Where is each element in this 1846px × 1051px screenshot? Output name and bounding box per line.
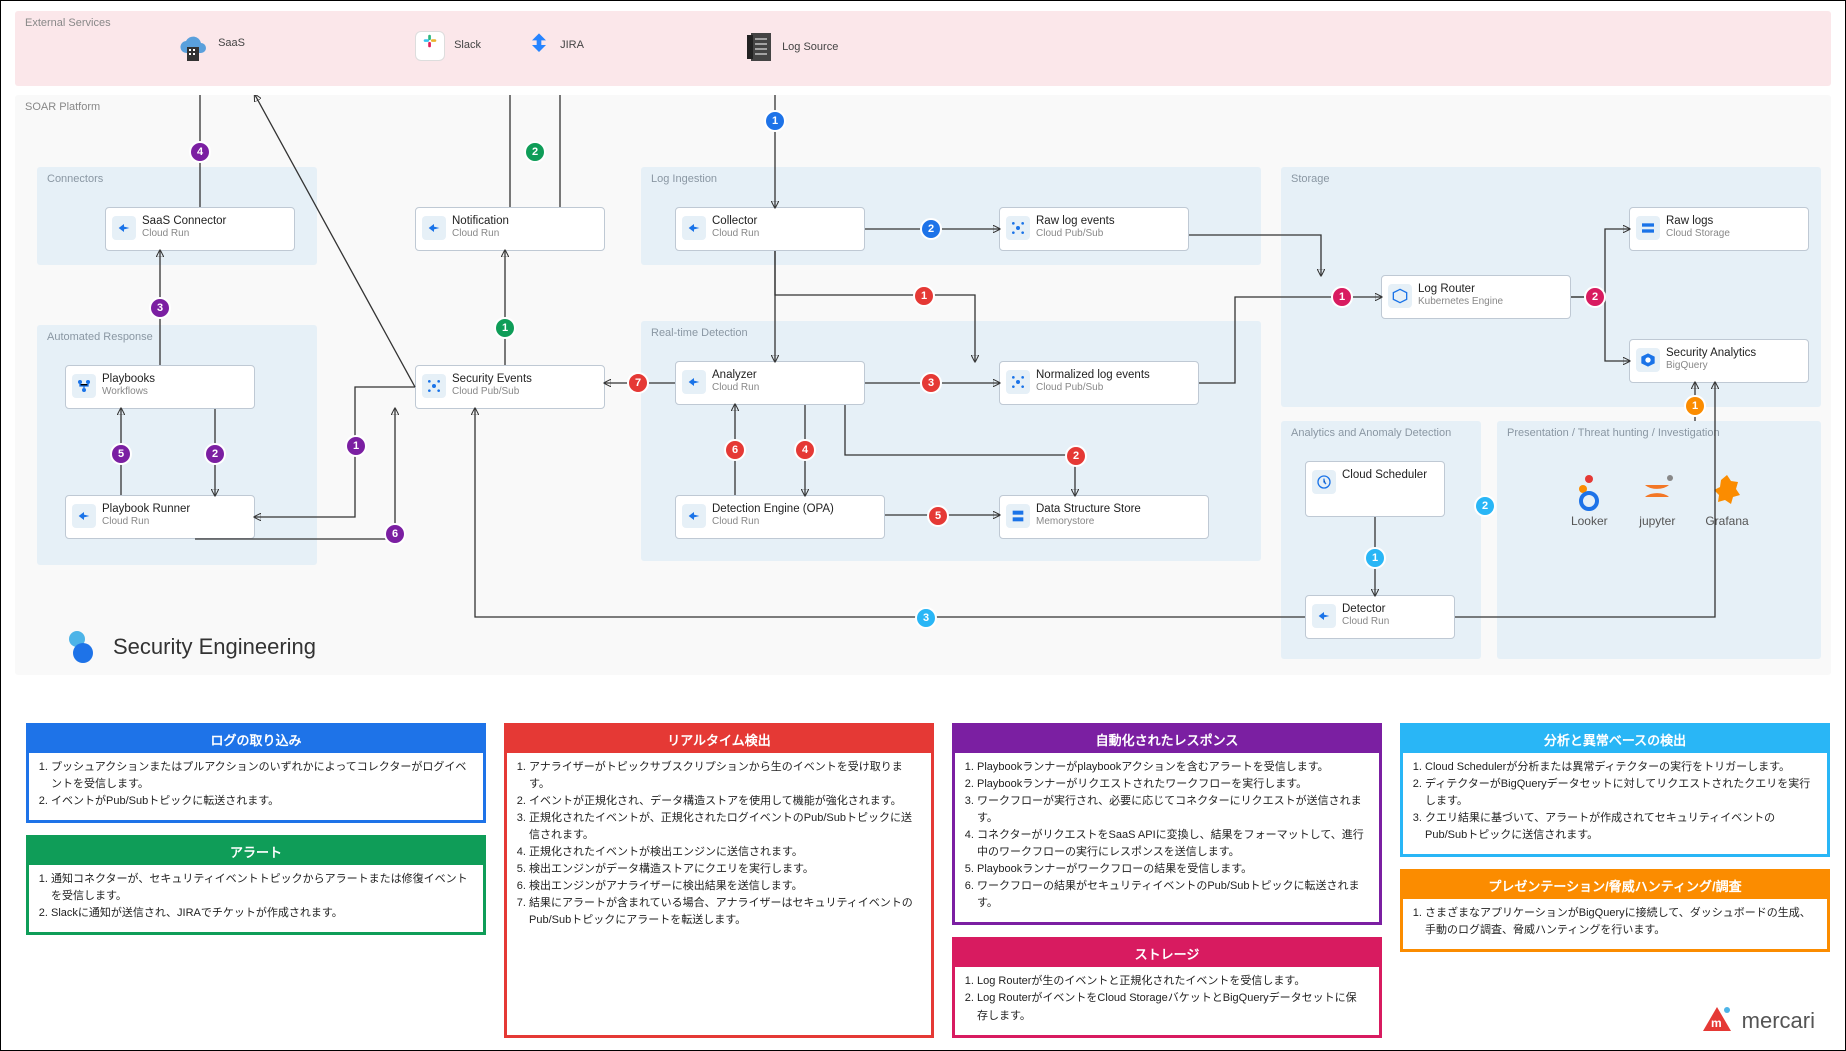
badge-anal-3: 3 (915, 607, 937, 629)
memorystore-icon (1006, 504, 1030, 528)
legend-storage: ストレージ Log Routerが生のイベントと正規化されたイベントを受信します… (952, 937, 1382, 1037)
zone-label-soar: SOAR Platform (25, 101, 100, 113)
badge-auto-6: 6 (384, 523, 406, 545)
legend-ingest: ログの取り込み プッシュアクションまたはプルアクションのいずれかによってコレクタ… (26, 723, 486, 823)
badge-store-2: 2 (1584, 286, 1606, 308)
ext-jira: JIRA (525, 31, 584, 62)
pubsub-icon (422, 374, 446, 398)
zone-soar-platform: SOAR Platform Connectors Automated Respo… (15, 95, 1831, 675)
badge-auto-1: 1 (345, 435, 367, 457)
node-raw-log-events: Raw log eventsCloud Pub/Sub (999, 207, 1189, 251)
ext-saas: SaaS (175, 29, 245, 66)
node-bigquery: Security AnalyticsBigQuery (1629, 339, 1809, 383)
node-raw-logs: Raw logsCloud Storage (1629, 207, 1809, 251)
scheduler-icon (1312, 470, 1336, 494)
subzone-label-automated: Automated Response (47, 331, 153, 343)
subzone-presentation: Presentation / Threat hunting / Investig… (1497, 421, 1821, 659)
legend-alert: アラート 通知コネクターが、セキュリティイベントトピックからアラートまたは修復イ… (26, 835, 486, 935)
cloud-run-icon (422, 216, 446, 240)
bigquery-icon (1636, 348, 1660, 372)
node-collector: CollectorCloud Run (675, 207, 865, 251)
legend-analytics: 分析と異常ベースの検出 Cloud Schedulerが分析または異常ディテクタ… (1400, 723, 1830, 857)
tool-jupyter: jupyter (1637, 471, 1677, 528)
badge-rt-7: 7 (627, 372, 649, 394)
tool-grafana: Grafana (1705, 471, 1748, 528)
ext-slack: Slack (415, 31, 481, 61)
badge-rt-1: 1 (913, 285, 935, 307)
cloud-run-icon (1312, 604, 1336, 628)
badge-rt-2: 2 (1065, 445, 1087, 467)
node-playbooks: PlaybooksWorkflows (65, 365, 255, 409)
badge-ingest-2: 2 (920, 218, 942, 240)
subzone-label-presentation: Presentation / Threat hunting / Investig… (1507, 427, 1720, 439)
node-scheduler: Cloud Scheduler (1305, 461, 1445, 517)
legend-present: プレゼンテーション/脅威ハンティング/調査 さまざまなアプリケーションがBigQ… (1400, 869, 1830, 952)
badge-auto-5: 5 (110, 443, 132, 465)
cloud-run-icon (682, 504, 706, 528)
legend-grid: ログの取り込み プッシュアクションまたはプルアクションのいずれかによってコレクタ… (26, 723, 1820, 1038)
subzone-label-storage: Storage (1291, 173, 1330, 185)
zone-label-external: External Services (25, 17, 111, 29)
badge-auto-2: 2 (204, 443, 226, 465)
cloud-run-icon (682, 370, 706, 394)
branding-mercari: m mercari (1700, 1004, 1815, 1038)
node-playbook-runner: Playbook RunnerCloud Run (65, 495, 255, 539)
pubsub-icon (1006, 370, 1030, 394)
badge-auto-4: 4 (189, 141, 211, 163)
storage-icon (1636, 216, 1660, 240)
ext-saas-label: SaaS (218, 37, 245, 49)
gke-icon (1388, 284, 1412, 308)
subzone-label-ingestion: Log Ingestion (651, 173, 717, 185)
badge-ingest-1: 1 (764, 110, 786, 132)
zone-external-services: External Services SaaS Slack JIRA Log So… (15, 11, 1831, 86)
node-detector: DetectorCloud Run (1305, 595, 1455, 639)
cloud-run-icon (682, 216, 706, 240)
tool-looker: Looker (1569, 471, 1609, 528)
ext-logsource: Log Source (745, 31, 838, 66)
node-saas-connector: SaaS ConnectorCloud Run (105, 207, 295, 251)
badge-anal-2: 2 (1474, 495, 1496, 517)
badge-rt-4: 4 (794, 439, 816, 461)
branding-security-engineering: Security Engineering (65, 629, 316, 665)
badge-auto-3: 3 (149, 297, 171, 319)
badge-alert-1: 1 (494, 317, 516, 339)
subzone-label-connectors: Connectors (47, 173, 103, 185)
ext-logsource-label: Log Source (782, 41, 838, 53)
ext-slack-label: Slack (454, 39, 481, 51)
pubsub-icon (1006, 216, 1030, 240)
badge-alert-2: 2 (524, 141, 546, 163)
node-dss: Data Structure StoreMemorystore (999, 495, 1209, 539)
legend-auto: 自動化されたレスポンス Playbookランナーがplaybookアクションを含… (952, 723, 1382, 925)
cloud-run-icon (112, 216, 136, 240)
ext-jira-label: JIRA (560, 39, 584, 51)
workflows-icon (72, 374, 96, 398)
node-notification: NotificationCloud Run (415, 207, 605, 251)
subzone-label-realtime: Real-time Detection (651, 327, 748, 339)
badge-rt-3: 3 (920, 372, 942, 394)
cloud-run-icon (72, 504, 96, 528)
node-log-router: Log RouterKubernetes Engine (1381, 275, 1571, 319)
node-security-events: Security EventsCloud Pub/Sub (415, 365, 605, 409)
legend-realtime: リアルタイム検出 アナライザーがトピックサブスクリプションから生のイベントを受け… (504, 723, 934, 1038)
badge-anal-1: 1 (1364, 547, 1386, 569)
badge-store-1: 1 (1331, 286, 1353, 308)
badge-rt-5: 5 (927, 505, 949, 527)
badge-rt-6: 6 (724, 439, 746, 461)
node-analyzer: AnalyzerCloud Run (675, 361, 865, 405)
subzone-label-analytics: Analytics and Anomaly Detection (1291, 427, 1451, 439)
node-detection: Detection Engine (OPA)Cloud Run (675, 495, 885, 539)
badge-pres-1: 1 (1684, 395, 1706, 417)
svg-text:m: m (1711, 1016, 1722, 1030)
node-normalized: Normalized log eventsCloud Pub/Sub (999, 361, 1199, 405)
